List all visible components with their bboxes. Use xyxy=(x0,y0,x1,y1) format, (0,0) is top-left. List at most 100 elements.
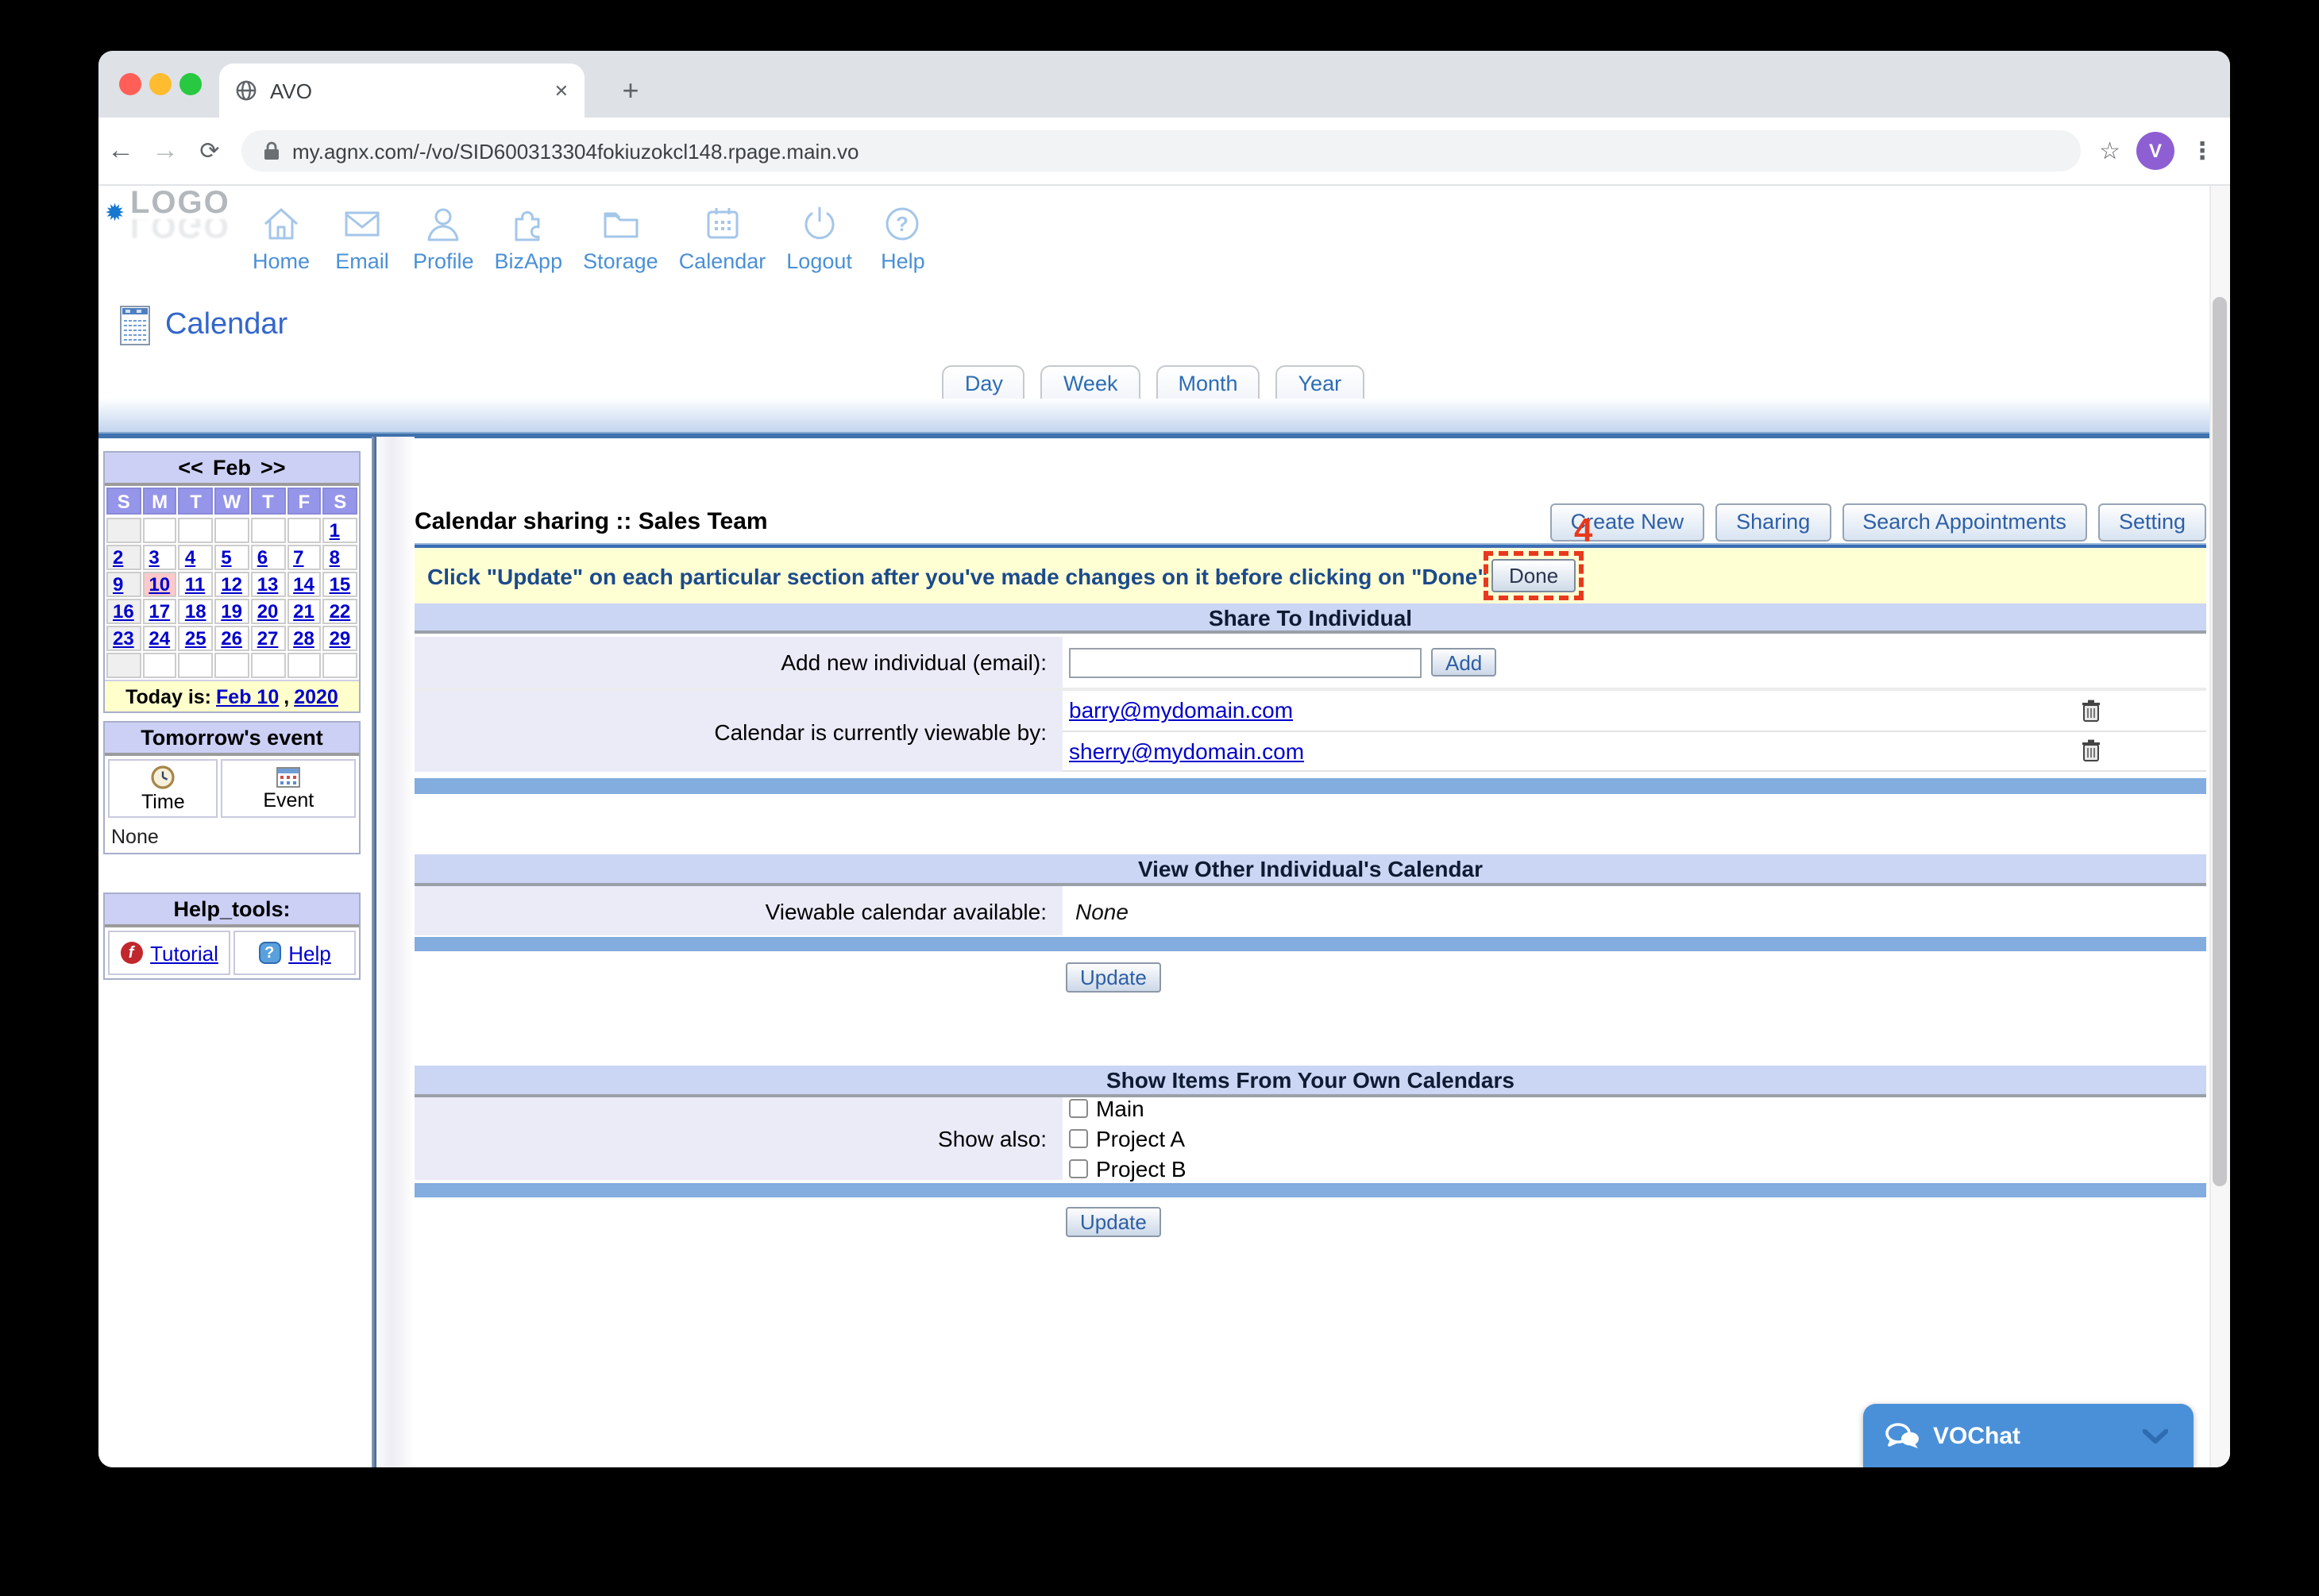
day-link[interactable]: 12 xyxy=(221,573,242,596)
action-button[interactable]: Create New xyxy=(1550,503,1705,541)
day-link[interactable]: 26 xyxy=(221,627,242,650)
action-button[interactable]: Sharing xyxy=(1715,503,1831,541)
view-tab[interactable]: Day xyxy=(943,365,1025,400)
calendar-option: Project B xyxy=(1069,1156,1187,1182)
forward-icon[interactable]: → xyxy=(143,135,187,167)
day-link[interactable]: 27 xyxy=(257,627,279,650)
day-link[interactable]: 1 xyxy=(330,519,340,542)
day-link[interactable]: 29 xyxy=(330,627,351,650)
email-input[interactable] xyxy=(1069,647,1422,677)
chevron-down-icon[interactable] xyxy=(2143,1428,2168,1443)
sidebar: << Feb >> SMTWTFS xyxy=(103,451,361,988)
day-link[interactable]: 23 xyxy=(113,627,134,650)
day-link[interactable]: 14 xyxy=(293,573,314,596)
browser-toolbar: ← → ⟳ my.agnx.com/-/vo/SID600313304fokiu… xyxy=(98,118,2230,186)
instruction-banner: Click "Update" on each particular sectio… xyxy=(415,548,2206,603)
weekday-cell: S xyxy=(323,488,357,515)
browser-menu-icon[interactable]: ⋮ xyxy=(2190,137,2214,165)
bookmark-star-icon[interactable]: ☆ xyxy=(2099,137,2120,165)
day-link[interactable]: 9 xyxy=(113,573,123,596)
avatar[interactable]: V xyxy=(2136,132,2174,170)
close-tab-icon[interactable]: ✕ xyxy=(554,80,569,101)
add-button[interactable]: Add xyxy=(1431,648,1496,677)
day-link[interactable]: 21 xyxy=(293,600,314,623)
chat-bubbles-icon xyxy=(1885,1422,1920,1449)
day-link[interactable]: 10 xyxy=(149,573,170,596)
day-link[interactable]: 3 xyxy=(149,546,159,569)
day-link[interactable]: 7 xyxy=(293,546,303,569)
day-link[interactable]: 22 xyxy=(330,600,351,623)
browser-tab[interactable]: AVO ✕ xyxy=(219,64,585,118)
today-label: Today is: xyxy=(125,685,211,707)
day-link[interactable]: 15 xyxy=(330,573,351,596)
today-year-link[interactable]: 2020 xyxy=(294,685,338,707)
email-link[interactable]: sherry@mydomain.com xyxy=(1069,738,1304,764)
update-button-show-items[interactable]: Update xyxy=(1066,1207,1161,1237)
scrollbar-thumb[interactable] xyxy=(2213,297,2227,1186)
action-buttons: Create New Sharing Search Appointments Sett… xyxy=(1550,503,2206,541)
help-link[interactable]: Help xyxy=(288,941,331,965)
delete-icon[interactable] xyxy=(2081,699,2101,723)
zoom-window-button[interactable] xyxy=(179,73,202,95)
day-link[interactable]: 8 xyxy=(330,546,340,569)
vochat-widget[interactable]: VOChat xyxy=(1863,1404,2194,1467)
day-link[interactable]: 16 xyxy=(113,600,134,623)
page: ✹ LOGO LOGO Home Email xyxy=(98,186,2230,1467)
back-icon[interactable]: ← xyxy=(98,135,143,167)
globe-icon xyxy=(235,79,257,102)
action-button[interactable]: Search Appointments xyxy=(1842,503,2087,541)
day-link[interactable]: 24 xyxy=(149,627,170,650)
day-link[interactable]: 2 xyxy=(113,546,123,569)
view-tab[interactable]: Week xyxy=(1041,365,1140,400)
day-link[interactable]: 28 xyxy=(293,627,314,650)
show-items-update-area: Update xyxy=(415,1207,2206,1237)
checkbox[interactable] xyxy=(1069,1159,1088,1178)
nav-label: Email xyxy=(335,249,389,273)
prev-month-link[interactable]: << xyxy=(178,456,203,480)
checkbox[interactable] xyxy=(1069,1099,1088,1118)
day-link[interactable]: 19 xyxy=(221,600,242,623)
close-window-button[interactable] xyxy=(119,73,141,95)
today-row: Today is: Feb 10 , 2020 xyxy=(105,680,359,711)
view-tab[interactable]: Month xyxy=(1156,365,1260,400)
day-link[interactable]: 11 xyxy=(185,573,205,596)
checkbox[interactable] xyxy=(1069,1129,1088,1148)
url-bar[interactable]: my.agnx.com/-/vo/SID600313304fokiuzokcl1… xyxy=(241,130,2080,172)
page-scrollbar[interactable] xyxy=(2209,186,2230,1467)
mini-calendar-day: 16 xyxy=(106,599,141,624)
nav-item-email[interactable]: Email xyxy=(332,203,392,273)
header-gradient-band xyxy=(98,399,2230,432)
nav-item-help[interactable]: ? Help xyxy=(873,203,933,273)
minimize-window-button[interactable] xyxy=(149,73,172,95)
update-button-view-other[interactable]: Update xyxy=(1066,962,1161,993)
action-button[interactable]: Setting xyxy=(2098,503,2206,541)
refresh-icon[interactable]: ⟳ xyxy=(187,137,232,165)
day-link[interactable]: 5 xyxy=(221,546,231,569)
nav-item-bizapp[interactable]: BizApp xyxy=(495,203,563,273)
nav-item-calendar[interactable]: Calendar xyxy=(679,203,766,273)
day-link[interactable]: 4 xyxy=(185,546,195,569)
main-content: Calendar sharing :: Sales Team Create Ne… xyxy=(415,437,2206,1237)
new-tab-button[interactable]: + xyxy=(607,64,654,118)
help-tools-box: Help_tools: f Tutorial ? Help xyxy=(103,892,361,980)
instruction-text: Click "Update" on each particular sectio… xyxy=(415,563,1488,588)
day-link[interactable]: 6 xyxy=(257,546,268,569)
day-link[interactable]: 25 xyxy=(185,627,206,650)
nav-item-logout[interactable]: Logout xyxy=(786,203,852,273)
today-date-link[interactable]: Feb 10 xyxy=(216,685,279,707)
nav-item-profile[interactable]: Profile xyxy=(413,203,474,273)
day-link[interactable]: 17 xyxy=(149,600,170,623)
next-month-link[interactable]: >> xyxy=(260,456,286,480)
email-link[interactable]: barry@mydomain.com xyxy=(1069,698,1293,723)
nav-item-home[interactable]: Home xyxy=(251,203,311,273)
day-link[interactable]: 13 xyxy=(257,573,279,596)
spacer xyxy=(415,772,2206,778)
delete-icon[interactable] xyxy=(2081,739,2101,763)
day-link[interactable]: 20 xyxy=(257,600,279,623)
day-link[interactable]: 18 xyxy=(185,600,206,623)
view-tab[interactable]: Year xyxy=(1276,365,1364,400)
done-button[interactable]: Done xyxy=(1491,559,1576,592)
nav-item-storage[interactable]: Storage xyxy=(583,203,658,273)
mini-calendar-day: 10 xyxy=(142,572,176,597)
tutorial-link[interactable]: Tutorial xyxy=(150,941,218,965)
